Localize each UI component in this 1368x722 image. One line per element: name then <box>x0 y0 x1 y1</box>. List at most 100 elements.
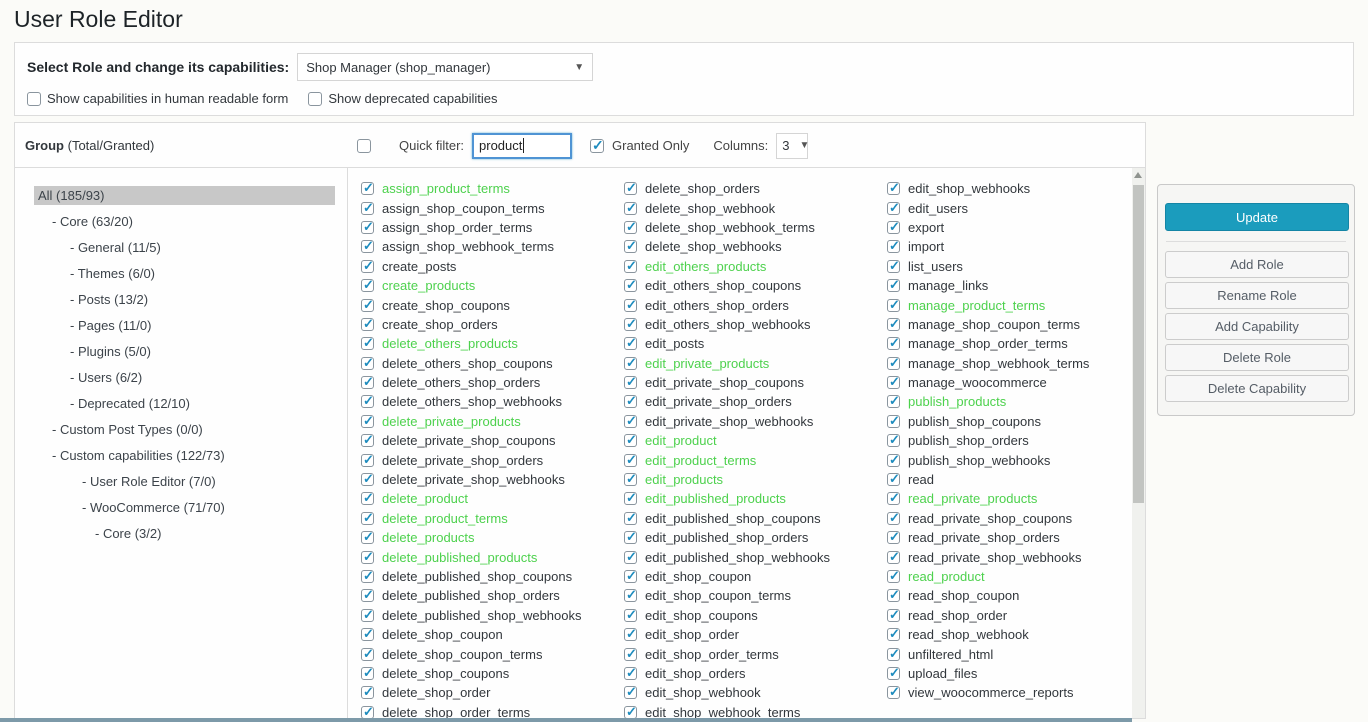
delete-role-button[interactable]: Delete Role <box>1165 344 1349 371</box>
columns-select[interactable]: 3 ▼ <box>776 133 808 159</box>
capability-checkbox[interactable] <box>624 357 637 370</box>
capability-checkbox[interactable] <box>887 202 900 215</box>
capability-checkbox[interactable] <box>624 376 637 389</box>
capability-checkbox[interactable] <box>887 492 900 505</box>
capability-checkbox[interactable] <box>887 473 900 486</box>
vertical-scrollbar[interactable] <box>1132 168 1145 718</box>
capability-checkbox[interactable] <box>624 318 637 331</box>
capability-checkbox[interactable] <box>361 686 374 699</box>
group-tree-item[interactable]: - Posts (13/2) <box>15 286 347 312</box>
group-tree-item[interactable]: - User Role Editor (7/0) <box>15 468 347 494</box>
capability-checkbox[interactable] <box>361 240 374 253</box>
group-tree-item[interactable]: - Deprecated (12/10) <box>15 390 347 416</box>
add-role-button[interactable]: Add Role <box>1165 251 1349 278</box>
capability-checkbox[interactable] <box>887 512 900 525</box>
capability-checkbox[interactable] <box>887 240 900 253</box>
capability-checkbox[interactable] <box>624 628 637 641</box>
capability-checkbox[interactable] <box>624 570 637 583</box>
capability-checkbox[interactable] <box>624 202 637 215</box>
capability-checkbox[interactable] <box>887 609 900 622</box>
human-readable-checkbox[interactable] <box>27 92 41 106</box>
capability-checkbox[interactable] <box>624 221 637 234</box>
capability-checkbox[interactable] <box>887 531 900 544</box>
capability-checkbox[interactable] <box>361 531 374 544</box>
capability-checkbox[interactable] <box>887 260 900 273</box>
select-all-checkbox[interactable] <box>357 139 371 153</box>
capability-checkbox[interactable] <box>624 609 637 622</box>
group-tree-item[interactable]: - Users (6/2) <box>15 364 347 390</box>
quick-filter-input[interactable]: product <box>472 133 572 159</box>
group-tree-item[interactable]: - Pages (11/0) <box>15 312 347 338</box>
capability-checkbox[interactable] <box>361 357 374 370</box>
capability-checkbox[interactable] <box>887 318 900 331</box>
capability-checkbox[interactable] <box>361 706 374 719</box>
capability-checkbox[interactable] <box>624 415 637 428</box>
capability-checkbox[interactable] <box>887 221 900 234</box>
capability-checkbox[interactable] <box>624 260 637 273</box>
capability-checkbox[interactable] <box>624 589 637 602</box>
capability-checkbox[interactable] <box>624 299 637 312</box>
capability-checkbox[interactable] <box>624 434 637 447</box>
capability-checkbox[interactable] <box>361 415 374 428</box>
add-capability-button[interactable]: Add Capability <box>1165 313 1349 340</box>
group-tree-item[interactable]: - Custom Post Types (0/0) <box>15 416 347 442</box>
capability-checkbox[interactable] <box>361 609 374 622</box>
capability-checkbox[interactable] <box>624 492 637 505</box>
capability-checkbox[interactable] <box>361 202 374 215</box>
capability-checkbox[interactable] <box>887 376 900 389</box>
capability-checkbox[interactable] <box>624 240 637 253</box>
update-button[interactable]: Update <box>1165 203 1349 231</box>
group-tree-item[interactable]: - Core (63/20) <box>15 208 347 234</box>
capability-checkbox[interactable] <box>624 454 637 467</box>
capability-checkbox[interactable] <box>624 182 637 195</box>
scroll-up-icon[interactable] <box>1134 172 1142 178</box>
capability-checkbox[interactable] <box>361 279 374 292</box>
capability-checkbox[interactable] <box>887 570 900 583</box>
capability-checkbox[interactable] <box>361 337 374 350</box>
group-tree-item[interactable]: - Core (3/2) <box>15 520 347 546</box>
capability-checkbox[interactable] <box>887 589 900 602</box>
capability-checkbox[interactable] <box>624 686 637 699</box>
scrollbar-thumb[interactable] <box>1133 185 1144 503</box>
capability-checkbox[interactable] <box>887 279 900 292</box>
capability-checkbox[interactable] <box>361 473 374 486</box>
capability-checkbox[interactable] <box>624 395 637 408</box>
role-select[interactable]: Shop Manager (shop_manager) ▼ <box>297 53 593 81</box>
capability-checkbox[interactable] <box>624 279 637 292</box>
capability-checkbox[interactable] <box>361 434 374 447</box>
capability-checkbox[interactable] <box>361 648 374 661</box>
capability-checkbox[interactable] <box>624 667 637 680</box>
group-tree-item[interactable]: All (185/93) <box>15 182 347 208</box>
capability-checkbox[interactable] <box>361 492 374 505</box>
capability-checkbox[interactable] <box>887 434 900 447</box>
capability-checkbox[interactable] <box>887 357 900 370</box>
capability-checkbox[interactable] <box>361 570 374 583</box>
capability-checkbox[interactable] <box>887 415 900 428</box>
capability-checkbox[interactable] <box>887 648 900 661</box>
delete-capability-button[interactable]: Delete Capability <box>1165 375 1349 402</box>
capability-checkbox[interactable] <box>887 686 900 699</box>
capability-checkbox[interactable] <box>624 531 637 544</box>
capability-checkbox[interactable] <box>361 628 374 641</box>
capability-checkbox[interactable] <box>624 512 637 525</box>
group-tree-item[interactable]: - Custom capabilities (122/73) <box>15 442 347 468</box>
capability-checkbox[interactable] <box>361 376 374 389</box>
capability-checkbox[interactable] <box>361 589 374 602</box>
capability-checkbox[interactable] <box>361 318 374 331</box>
capability-checkbox[interactable] <box>361 299 374 312</box>
capability-checkbox[interactable] <box>887 628 900 641</box>
group-tree-item[interactable]: - Themes (6/0) <box>15 260 347 286</box>
capability-checkbox[interactable] <box>887 667 900 680</box>
capability-checkbox[interactable] <box>361 667 374 680</box>
capability-checkbox[interactable] <box>361 221 374 234</box>
granted-only-checkbox[interactable] <box>590 139 604 153</box>
capability-checkbox[interactable] <box>887 182 900 195</box>
capability-checkbox[interactable] <box>361 512 374 525</box>
capability-checkbox[interactable] <box>361 454 374 467</box>
capability-checkbox[interactable] <box>361 395 374 408</box>
capability-checkbox[interactable] <box>361 260 374 273</box>
deprecated-checkbox[interactable] <box>308 92 322 106</box>
capability-checkbox[interactable] <box>624 551 637 564</box>
group-tree-item[interactable]: - Plugins (5/0) <box>15 338 347 364</box>
group-tree-item[interactable]: - WooCommerce (71/70) <box>15 494 347 520</box>
